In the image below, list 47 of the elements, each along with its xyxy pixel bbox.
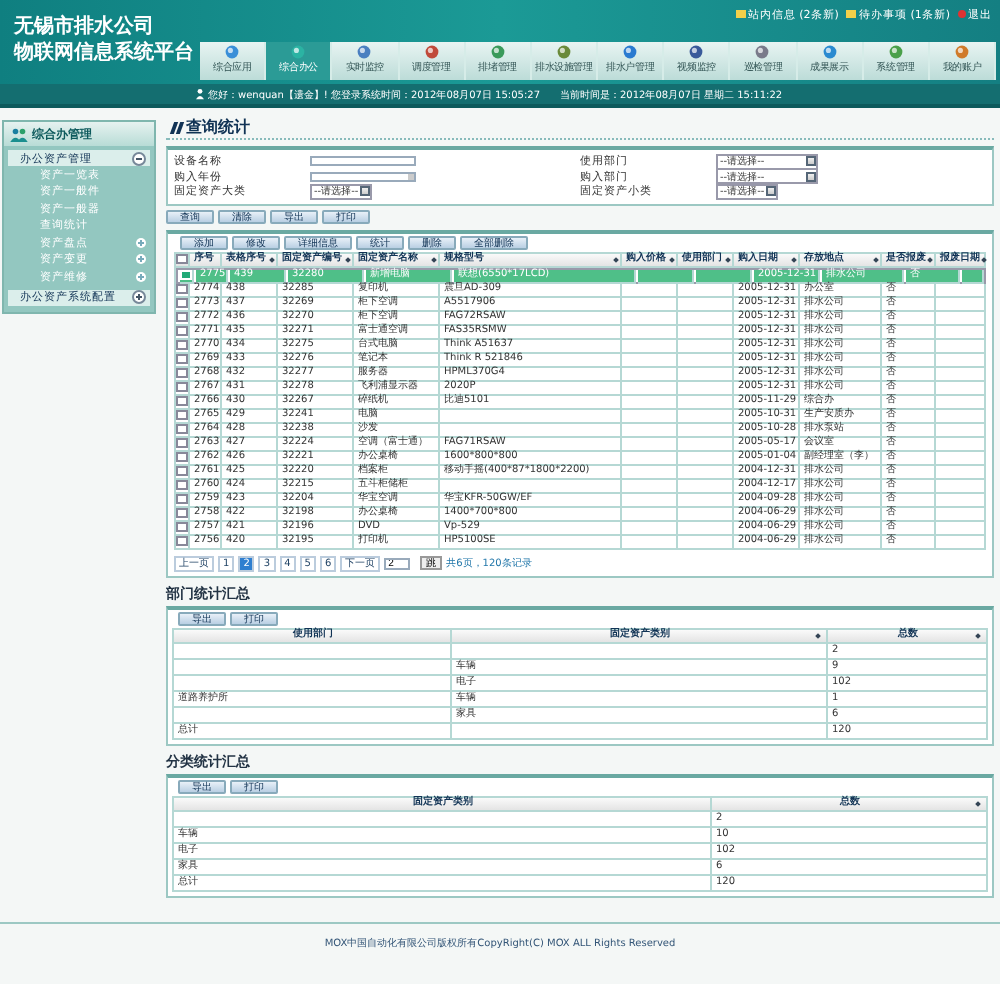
row-checkbox[interactable] [176, 479, 188, 491]
module-icon [555, 44, 572, 60]
title-slash-icon [172, 121, 180, 133]
row-checkbox[interactable] [176, 353, 188, 365]
input-field[interactable] [310, 156, 416, 167]
date-field[interactable] [310, 171, 416, 182]
row-checkbox[interactable] [176, 381, 188, 393]
module-icon [224, 44, 241, 60]
envelope-icon [735, 10, 746, 18]
row-checkbox[interactable] [176, 507, 188, 519]
row-checkbox[interactable] [176, 437, 188, 449]
site-title: 无锡市排水公司 [14, 14, 156, 40]
row-checkbox[interactable] [176, 451, 188, 463]
people-icon [10, 127, 28, 141]
row-checkbox[interactable] [176, 339, 188, 351]
module-icon [688, 44, 705, 60]
module-icon [290, 44, 307, 60]
page-title: 查询统计 [186, 116, 250, 138]
module-icon [821, 44, 838, 60]
row-checkbox[interactable] [176, 465, 188, 477]
site-title: 物联网信息系统平台 [14, 40, 196, 66]
envelope-icon [846, 10, 857, 18]
row-checkbox[interactable] [176, 521, 188, 533]
module-icon [754, 44, 771, 60]
exit-icon [958, 10, 966, 18]
row-checkbox[interactable] [176, 367, 188, 379]
row-checkbox[interactable] [176, 297, 188, 309]
module-icon [953, 44, 970, 60]
user-icon [196, 88, 204, 100]
row-checkbox[interactable] [176, 311, 188, 323]
row-checkbox[interactable] [176, 395, 188, 407]
module-icon [356, 44, 373, 60]
row-checkbox[interactable] [176, 283, 188, 295]
module-icon [887, 44, 904, 60]
select-all-checkbox[interactable] [176, 253, 188, 265]
row-checkbox[interactable] [176, 325, 188, 337]
expand-icon [136, 271, 146, 282]
row-checkbox[interactable] [176, 493, 188, 505]
module-icon [622, 44, 639, 60]
row-checkbox[interactable] [176, 409, 188, 421]
row-checkbox[interactable] [176, 423, 188, 435]
module-icon [423, 44, 440, 60]
expand-icon [136, 254, 146, 265]
expand-icon [136, 237, 146, 248]
calendar-icon [407, 174, 413, 181]
row-checkbox[interactable] [176, 535, 188, 547]
module-icon [489, 44, 506, 60]
